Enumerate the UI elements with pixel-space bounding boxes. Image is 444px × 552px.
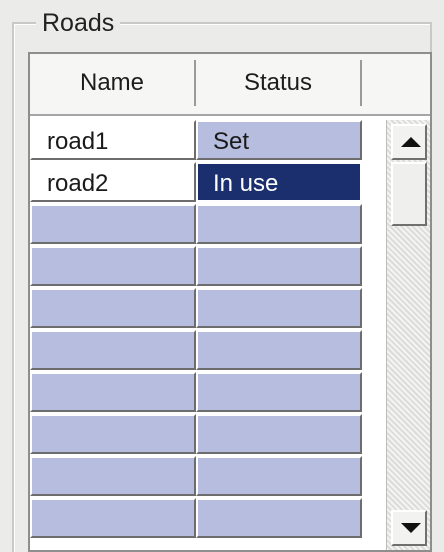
empty-status-cell[interactable] bbox=[196, 456, 362, 496]
roads-group-title: Roads bbox=[36, 8, 121, 38]
empty-name-cell[interactable] bbox=[30, 414, 196, 454]
road-status-cell-selected[interactable]: In use bbox=[196, 162, 362, 202]
empty-status-cell[interactable] bbox=[196, 246, 362, 286]
table-row[interactable] bbox=[30, 204, 386, 246]
empty-status-cell[interactable] bbox=[196, 288, 362, 328]
road-name-cell[interactable]: road1 bbox=[30, 120, 196, 160]
table-row[interactable] bbox=[30, 456, 386, 498]
table-row[interactable] bbox=[30, 372, 386, 414]
table-body: road1 Set road2 In use bbox=[30, 120, 386, 550]
table-row[interactable] bbox=[30, 414, 386, 456]
road-name-cell[interactable]: road2 bbox=[30, 162, 196, 202]
table-row[interactable] bbox=[30, 330, 386, 372]
empty-name-cell[interactable] bbox=[30, 372, 196, 412]
empty-name-cell[interactable] bbox=[30, 330, 196, 370]
table-row[interactable] bbox=[30, 498, 386, 540]
scroll-down-button[interactable] bbox=[391, 510, 427, 546]
table-row[interactable] bbox=[30, 246, 386, 288]
empty-name-cell[interactable] bbox=[30, 456, 196, 496]
empty-status-cell[interactable] bbox=[196, 330, 362, 370]
empty-name-cell[interactable] bbox=[30, 288, 196, 328]
scroll-up-button[interactable] bbox=[391, 124, 427, 160]
empty-name-cell[interactable] bbox=[30, 204, 196, 244]
empty-status-cell[interactable] bbox=[196, 204, 362, 244]
table-row[interactable] bbox=[30, 288, 386, 330]
scroll-down-arrow-icon bbox=[401, 523, 421, 533]
scroll-thumb[interactable] bbox=[391, 162, 427, 226]
table-row[interactable]: road2 In use bbox=[30, 162, 386, 204]
empty-status-cell[interactable] bbox=[196, 498, 362, 538]
column-header-name[interactable]: Name bbox=[30, 60, 196, 106]
empty-status-cell[interactable] bbox=[196, 414, 362, 454]
empty-name-cell[interactable] bbox=[30, 498, 196, 538]
roads-panel: Roads Name Status road1 Set road2 In use bbox=[0, 0, 444, 552]
vertical-scrollbar[interactable] bbox=[386, 120, 430, 550]
table-header: Name Status bbox=[30, 54, 430, 116]
scroll-up-arrow-icon bbox=[401, 137, 421, 147]
empty-name-cell[interactable] bbox=[30, 246, 196, 286]
column-header-status[interactable]: Status bbox=[196, 60, 362, 106]
table-row[interactable]: road1 Set bbox=[30, 120, 386, 162]
road-status-cell[interactable]: Set bbox=[196, 120, 362, 160]
header-spacer bbox=[362, 60, 430, 106]
empty-status-cell[interactable] bbox=[196, 372, 362, 412]
roads-table[interactable]: Name Status road1 Set road2 In use bbox=[28, 52, 432, 552]
